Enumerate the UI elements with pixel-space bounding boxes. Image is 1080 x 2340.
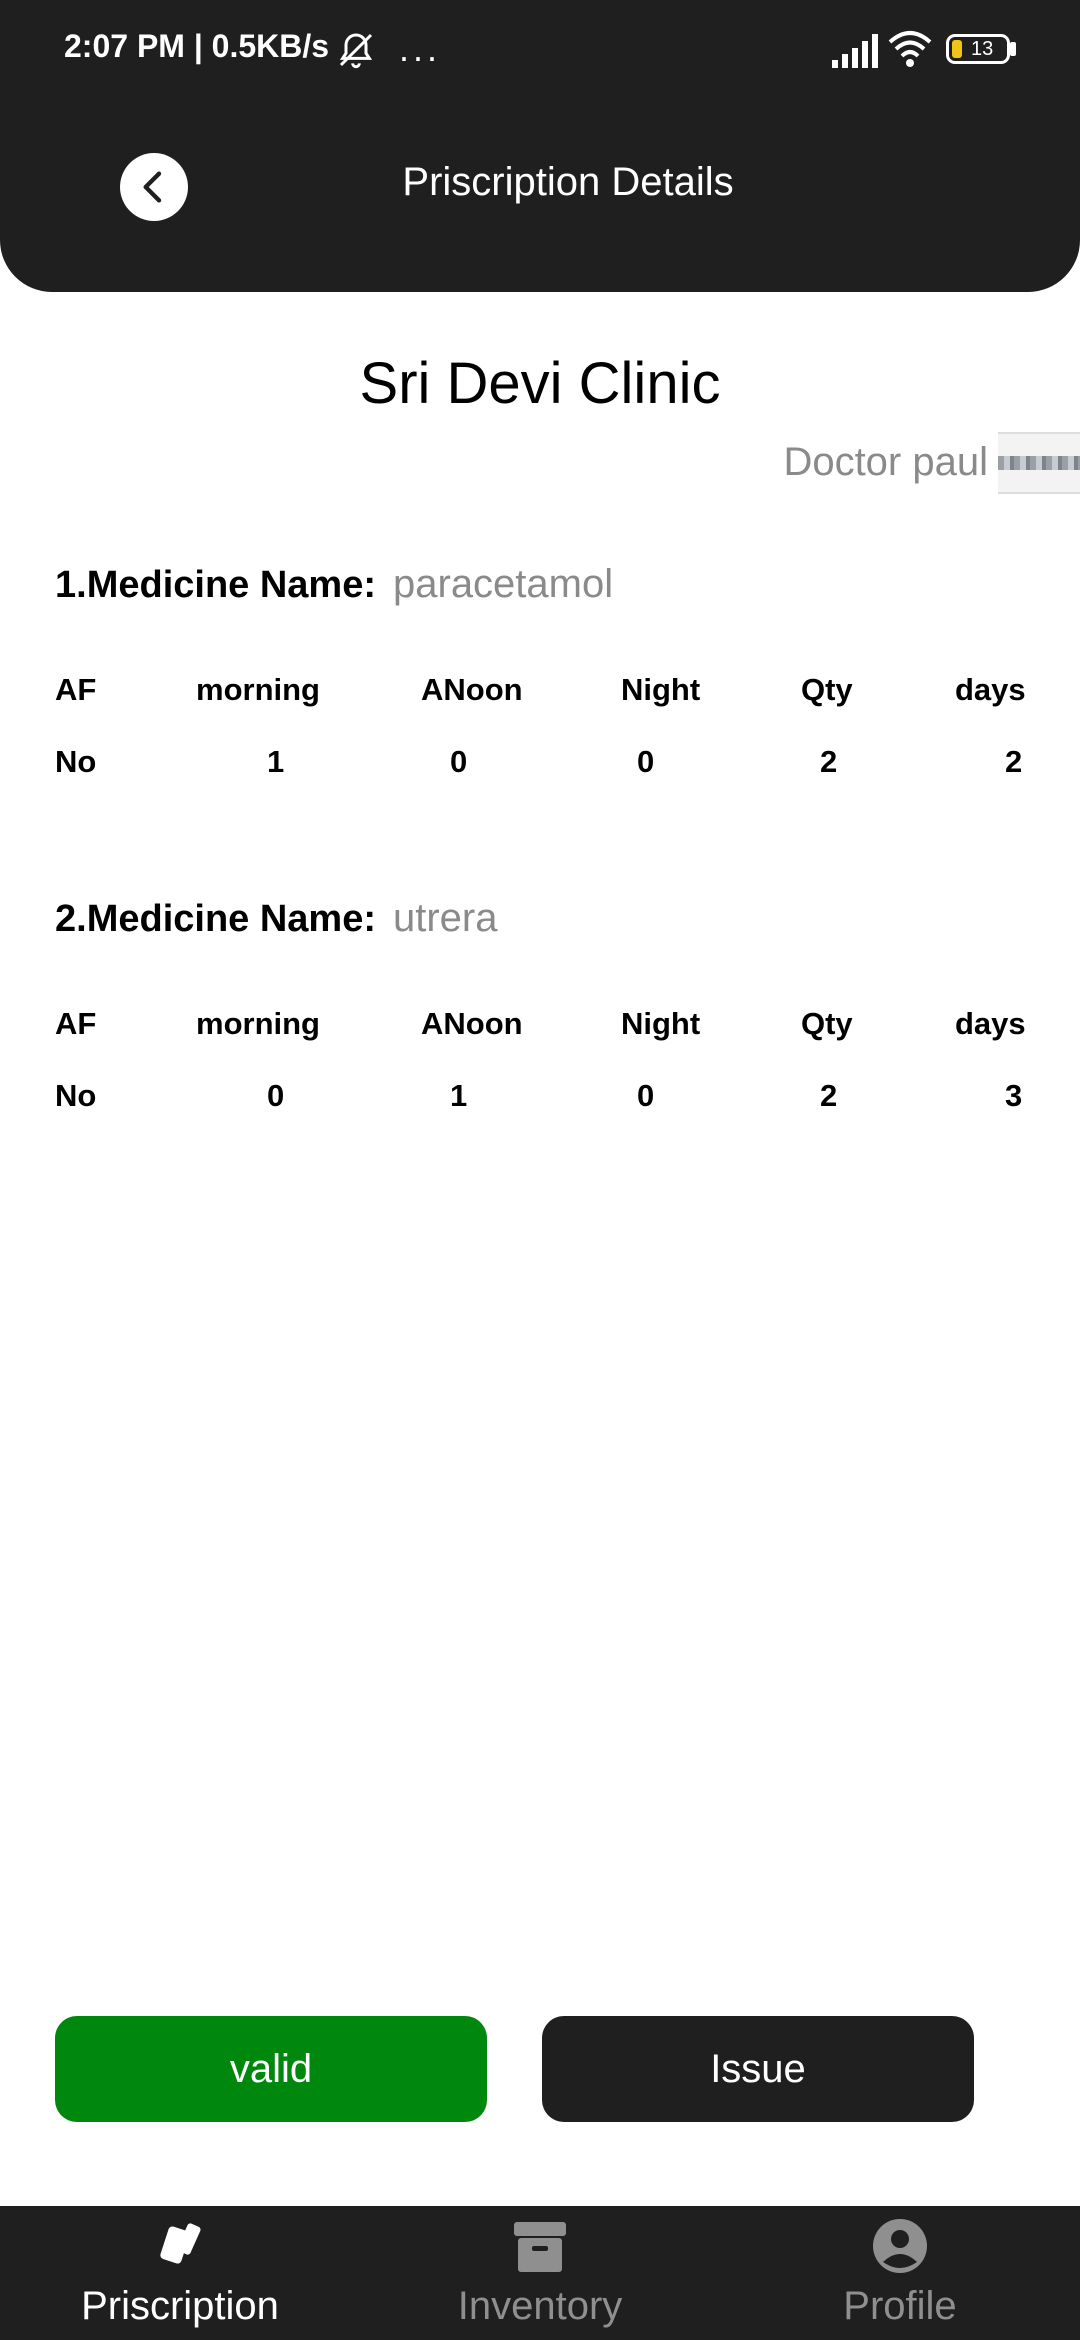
- cell-morning: 1: [267, 744, 285, 779]
- cell-days: 3: [1005, 1078, 1023, 1113]
- nav-label: Priscription: [81, 2284, 279, 2328]
- page-title: Priscription Details: [402, 160, 734, 204]
- medicine-name: utrera: [393, 896, 498, 940]
- archive-box-icon: [514, 2222, 566, 2272]
- doctor-name: Doctor paul: [783, 440, 988, 484]
- col-header-days: days: [955, 1006, 1026, 1041]
- battery-level: 13: [971, 38, 994, 60]
- doctor-signature-image: [998, 432, 1080, 494]
- bottom-navigation: Priscription Inventory Profile: [0, 2206, 1080, 2340]
- cell-night: 0: [637, 1078, 655, 1113]
- cell-night: 0: [637, 744, 655, 779]
- battery-icon: 13: [946, 34, 1010, 64]
- col-header-af: AF: [55, 1006, 97, 1041]
- app-header: 2:07 PM | 0.5KB/s ··· 13 Priscription De…: [0, 0, 1080, 292]
- cell-af: No: [55, 1078, 97, 1113]
- signal-icon: [832, 34, 878, 68]
- nav-item-inventory[interactable]: Inventory: [360, 2206, 720, 2340]
- col-header-night: Night: [621, 1006, 701, 1041]
- medicine-label: 1.Medicine Name:: [55, 564, 376, 606]
- more-indicator: ···: [398, 36, 440, 77]
- cell-morning: 0: [267, 1078, 285, 1113]
- cell-anoon: 1: [450, 1078, 468, 1113]
- wifi-icon: [888, 31, 932, 67]
- nav-label: Inventory: [457, 2284, 623, 2328]
- col-header-anoon: ANoon: [421, 672, 523, 707]
- cell-af: No: [55, 744, 97, 779]
- col-header-night: Night: [621, 672, 701, 707]
- nav-item-profile[interactable]: Profile: [720, 2206, 1080, 2340]
- nav-item-prescription[interactable]: Priscription: [0, 2206, 360, 2340]
- medicine-name: paracetamol: [393, 562, 614, 606]
- cell-days: 2: [1005, 744, 1023, 779]
- col-header-morning: morning: [196, 1006, 320, 1041]
- valid-button[interactable]: valid: [55, 2016, 487, 2122]
- nav-label: Profile: [843, 2284, 957, 2328]
- cell-anoon: 0: [450, 744, 468, 779]
- col-header-qty: Qty: [801, 1006, 853, 1041]
- status-time: 2:07 PM | 0.5KB/s: [64, 28, 330, 64]
- clinic-name: Sri Devi Clinic: [359, 351, 721, 416]
- muted-bell-icon: [339, 33, 373, 69]
- prescription-cards-icon: [160, 2223, 201, 2264]
- col-header-morning: morning: [196, 672, 320, 707]
- col-header-qty: Qty: [801, 672, 853, 707]
- col-header-af: AF: [55, 672, 97, 707]
- col-header-days: days: [955, 672, 1026, 707]
- account-circle-icon: [873, 2219, 927, 2273]
- cell-qty: 2: [820, 744, 838, 779]
- col-header-anoon: ANoon: [421, 1006, 523, 1041]
- medicine-label: 2.Medicine Name:: [55, 898, 376, 940]
- issue-button[interactable]: Issue: [542, 2016, 974, 2122]
- cell-qty: 2: [820, 1078, 838, 1113]
